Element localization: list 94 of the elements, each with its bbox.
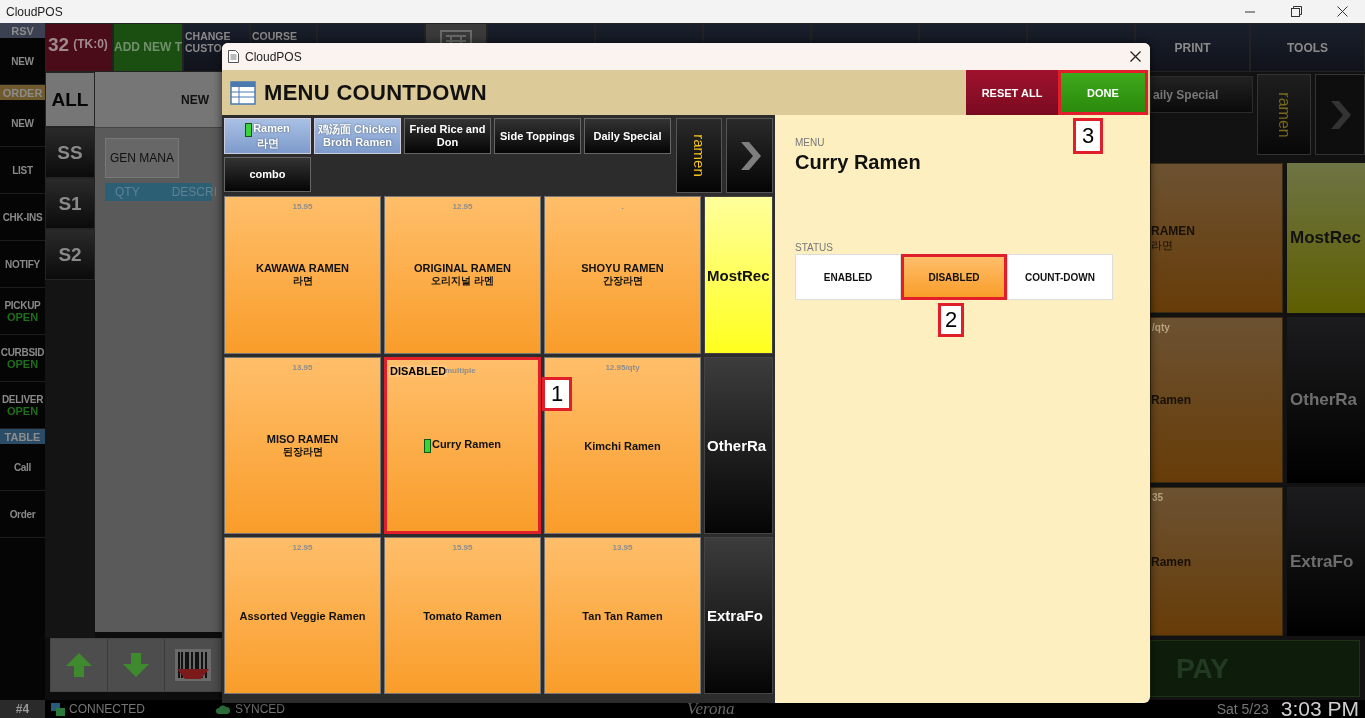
- group-tab[interactable]: ramen: [1257, 74, 1311, 155]
- menu-tile[interactable]: . SHOYU RAMEN 간장라면: [544, 196, 701, 354]
- category-tab[interactable]: aily Special: [1150, 76, 1253, 113]
- price-label: 12.95: [291, 543, 314, 552]
- item-subtitle: 오리지널 라멘: [431, 274, 494, 288]
- item-subtitle: 된장라면: [282, 444, 323, 459]
- item-name: Assorted Veggie Ramen: [239, 609, 366, 622]
- category-tab[interactable]: Side Toppings: [494, 118, 581, 154]
- callout-number: 3: [1073, 118, 1103, 154]
- item-name: SHOYU RAMEN: [581, 262, 664, 274]
- station-label: #4: [0, 700, 45, 718]
- group-button[interactable]: ExtraFo: [1287, 487, 1365, 636]
- field-label: STATUS: [795, 242, 834, 253]
- ticket-button[interactable]: 32 (TK:0): [45, 23, 113, 72]
- price-label: 13.95: [291, 363, 314, 372]
- done-button[interactable]: DONE: [1058, 70, 1148, 115]
- menu-tile[interactable]: 12.95 Assorted Veggie Ramen: [224, 537, 381, 694]
- category-tab[interactable]: Daily Special: [584, 118, 671, 154]
- field-label: MENU: [795, 137, 826, 148]
- seat-tab[interactable]: S2: [45, 229, 95, 280]
- cloud-icon: [215, 703, 231, 715]
- price-label: 35: [1152, 492, 1164, 503]
- menu-tile[interactable]: DISABLEDmultiple Curry Ramen: [384, 357, 541, 534]
- price-label: /qty: [1152, 322, 1170, 333]
- status-option[interactable]: COUNT-DOWN: [1007, 254, 1113, 300]
- group-tab[interactable]: ramen: [676, 118, 723, 193]
- next-button[interactable]: [726, 118, 773, 193]
- menu-tile[interactable]: 13.95 MISO RAMEN 된장라면: [224, 357, 381, 534]
- down-arrow-icon: [122, 652, 150, 678]
- nav-label: PICKUP: [4, 299, 41, 311]
- menu-tile[interactable]: 15.95 Tomato Ramen: [384, 537, 541, 694]
- menu-tile[interactable]: 35 Ramen: [1150, 487, 1283, 636]
- group-button[interactable]: OtherRa: [704, 357, 773, 534]
- status-option[interactable]: ENABLED: [795, 254, 901, 300]
- item-subtitle: 간장라면: [602, 274, 643, 288]
- item-name: Kimchi Ramen: [584, 439, 661, 452]
- location-label: Verona: [687, 699, 735, 718]
- menu-tile[interactable]: 13.95 Tan Tan Ramen: [544, 537, 701, 694]
- seat-tab[interactable]: SS: [45, 127, 95, 178]
- section-header: RSV: [0, 23, 45, 38]
- callout-number: 2: [938, 303, 964, 337]
- group-button[interactable]: MostRec: [1287, 163, 1365, 313]
- status-label: OPEN: [6, 310, 39, 323]
- section-header: TABLE: [0, 429, 45, 444]
- nav-label: DELIVER: [1, 393, 44, 405]
- category-tab[interactable]: Fried Rice and Don: [404, 118, 491, 154]
- seat-tab[interactable]: S1: [45, 178, 95, 229]
- price-label: 15.95: [291, 202, 314, 211]
- status-label: OPEN: [6, 404, 39, 417]
- price-label: 12.95: [451, 202, 474, 211]
- network-icon: [51, 702, 65, 716]
- status-option[interactable]: DISABLED: [901, 254, 1007, 300]
- price-label: 13.95: [611, 543, 634, 552]
- item-name: Curry Ramen: [423, 438, 502, 453]
- seat-tab[interactable]: ALL: [45, 72, 95, 127]
- callout-number: 1: [542, 377, 572, 411]
- item-name: Tomato Ramen: [423, 609, 502, 622]
- toolbar-button[interactable]: PRINT: [1135, 23, 1250, 72]
- item-name: RAMEN: [1151, 223, 1195, 238]
- sync-status: SYNCED: [235, 702, 286, 716]
- price-label: 15.95: [451, 543, 474, 552]
- price-label: .: [620, 202, 625, 211]
- group-button[interactable]: ExtraFo: [704, 537, 773, 694]
- section-header: ORDER: [0, 85, 45, 100]
- menu-tile[interactable]: /qty Ramen: [1150, 317, 1283, 483]
- selected-item-name: Curry Ramen: [795, 151, 922, 174]
- item-name: KAWAWA RAMEN: [255, 262, 350, 274]
- reset-all-button[interactable]: RESET ALL: [966, 70, 1058, 115]
- item-name: MISO RAMEN: [266, 432, 339, 445]
- date-label: Sat 5/23: [1216, 701, 1269, 717]
- barcode-icon: [173, 647, 213, 683]
- group-button[interactable]: OtherRa: [1287, 317, 1365, 483]
- item-name: Tan Tan Ramen: [582, 609, 663, 622]
- item-name: Ramen: [1151, 554, 1191, 569]
- item-name: Ramen: [1151, 393, 1191, 407]
- nav-label: CURBSID: [0, 346, 45, 358]
- up-arrow-icon: [65, 652, 93, 678]
- price-label: 12.95/qty: [604, 363, 641, 372]
- manager-button[interactable]: GEN MANA: [105, 138, 179, 178]
- document-icon: [228, 50, 239, 63]
- table-icon: [230, 80, 256, 105]
- item-subtitle: 라면: [1151, 237, 1173, 253]
- menu-tile[interactable]: 12.95 ORIGINAL RAMEN 오리지널 라멘: [384, 196, 541, 354]
- time-label: 3:03 PM: [1280, 697, 1359, 718]
- status-label: OPEN: [6, 357, 39, 370]
- window-title: CloudPOS: [6, 4, 64, 19]
- price-label: multiple: [445, 366, 476, 375]
- menu-tile[interactable]: 15.95 KAWAWA RAMEN 라면: [224, 196, 381, 354]
- item-name: ORIGINAL RAMEN: [414, 262, 511, 274]
- group-button[interactable]: MostRec: [704, 196, 773, 354]
- item-subtitle: 라면: [292, 274, 313, 288]
- connection-status: CONNECTED: [69, 702, 145, 716]
- category-tab[interactable]: combo: [224, 157, 311, 192]
- toolbar-button[interactable]: TOOLS: [1250, 23, 1365, 72]
